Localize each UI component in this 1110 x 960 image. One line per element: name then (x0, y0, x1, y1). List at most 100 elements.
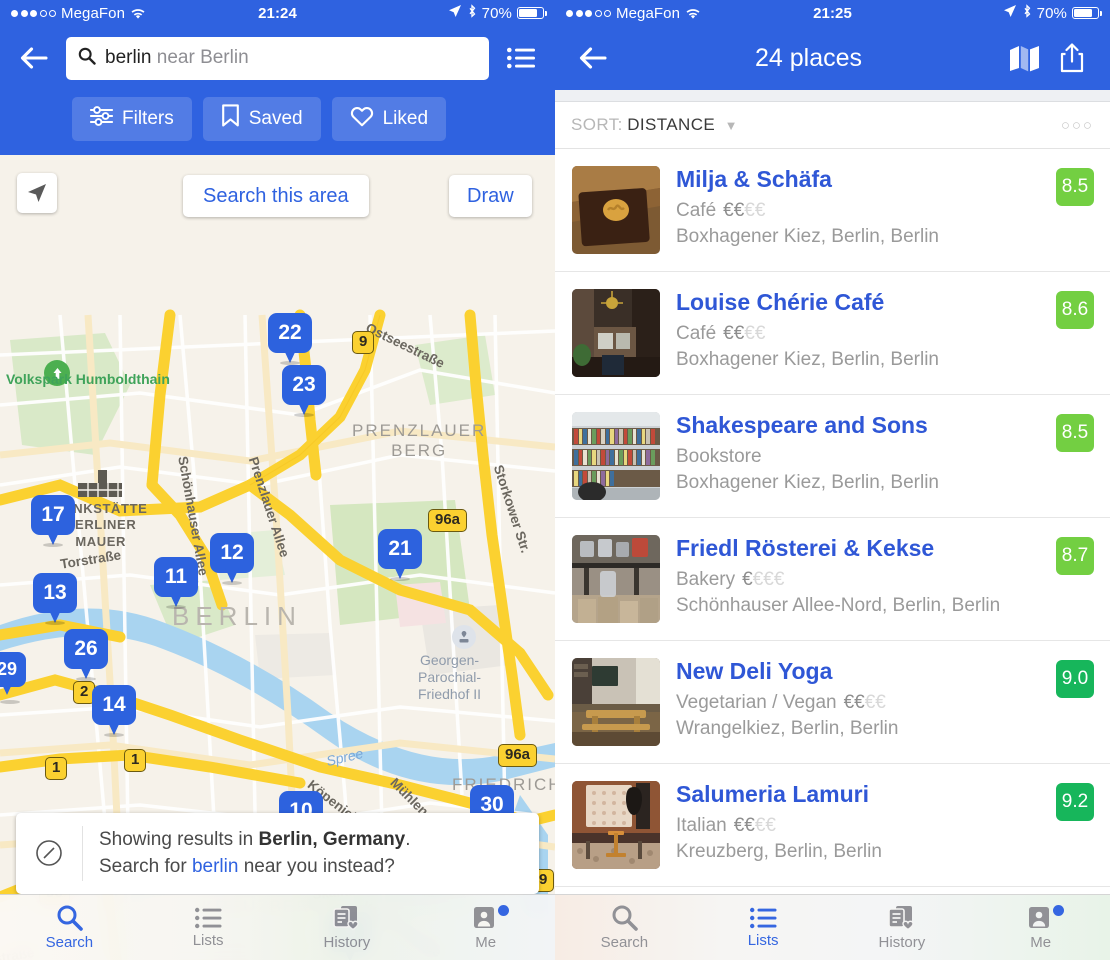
tab-lists[interactable]: Lists (139, 895, 278, 960)
tab-me[interactable]: Me (971, 895, 1110, 960)
map-pin-label: 14 (92, 685, 136, 725)
status-bar-left: MegaFon 21:24 70% (0, 0, 555, 26)
place-name: Milja & Schäfa (676, 166, 832, 192)
highway-shield: 1 (124, 749, 147, 772)
map-pin[interactable]: 21 (378, 529, 422, 581)
place-address: Kreuzberg, Berlin, Berlin (676, 841, 882, 863)
me-notification-badge (498, 905, 509, 916)
list-item[interactable]: Louise Chérie Café Café €€€€ Boxhagener K… (555, 272, 1110, 395)
tab-me-label: Me (475, 933, 497, 951)
tab-search[interactable]: Search (0, 895, 139, 960)
places-list: Milja & Schäfa Café €€€€ Boxhagener Kiez,… (555, 149, 1110, 887)
map-pin[interactable]: 17 (31, 495, 75, 547)
bluetooth-icon (1022, 3, 1032, 23)
battery-icon (517, 7, 547, 19)
battery-icon (1072, 7, 1102, 19)
map-label-prenzlauer-berg: PRENZLAUER BERG (352, 421, 487, 460)
map-pin[interactable]: 29 (0, 652, 26, 704)
place-rating-badge: 8.6 (1056, 291, 1094, 329)
back-arrow-icon[interactable] (569, 36, 617, 80)
locate-me-button[interactable] (17, 173, 57, 213)
list-icon (749, 907, 777, 928)
signal-strength-icon (566, 9, 611, 17)
search-bar: berlin near Berlin (0, 26, 555, 90)
tab-history[interactable]: History (278, 895, 417, 960)
liked-chip[interactable]: Liked (331, 96, 447, 141)
map-pin-label: 21 (378, 529, 422, 569)
list-item[interactable]: Salumeria Lamuri Italian €€€€ Kreuzberg, … (555, 764, 1110, 887)
tab-lists-label: Lists (192, 931, 224, 949)
search-this-area-button[interactable]: Search this area (183, 175, 369, 217)
map-pin-label: 13 (33, 573, 77, 613)
status-clock: 21:25 (813, 4, 852, 22)
profile-icon (1028, 906, 1049, 928)
history-icon (888, 905, 915, 930)
saved-chip[interactable]: Saved (202, 96, 321, 141)
saved-chip-label: Saved (248, 107, 303, 129)
map-pin[interactable]: 26 (64, 629, 108, 681)
list-item[interactable]: Friedl Rösterei & Kekse Bakery €€€€ Schön… (555, 518, 1110, 641)
list-item[interactable]: Shakespeare and Sons Bookstore Boxhagene… (555, 395, 1110, 518)
list-item[interactable]: Milja & Schäfa Café €€€€ Boxhagener Kiez,… (555, 149, 1110, 272)
tab-search[interactable]: Search (555, 895, 694, 960)
place-name: Shakespeare and Sons (676, 412, 928, 438)
place-category-row: Bookstore (676, 444, 1040, 470)
map-label-park: Volkspark Humboldthain (6, 371, 170, 387)
map-pin[interactable]: 11 (154, 557, 198, 609)
map-pin[interactable]: 23 (282, 365, 326, 417)
place-thumbnail (572, 166, 660, 254)
price-level: €€€€ (843, 691, 886, 713)
share-icon[interactable] (1048, 36, 1096, 80)
map-pin[interactable]: 13 (33, 573, 77, 625)
back-arrow-icon[interactable] (12, 38, 56, 78)
map-view[interactable]: Volkspark Humboldthain DENKSTÄTTE BERLINE… (0, 155, 555, 960)
place-thumbnail (572, 781, 660, 869)
sort-row[interactable]: SORT: DISTANCE ▼ ○○○ (555, 102, 1110, 149)
bookmark-icon (221, 104, 240, 133)
search-icon (57, 905, 83, 931)
map-pin[interactable]: 22 (268, 313, 312, 365)
search-icon (612, 905, 638, 931)
tab-search-label: Search (600, 934, 649, 951)
results-location-banner[interactable]: Showing results in Berlin, Germany. Sear… (16, 812, 539, 894)
tab-history[interactable]: History (833, 895, 972, 960)
map-label-cemetery: Georgen- Parochial- Friedhof II (418, 652, 482, 702)
banner-line-1: Showing results in Berlin, Germany. (99, 828, 411, 850)
list-icon (194, 907, 222, 928)
right-phone-screen: MegaFon 21:25 70% 24 places SORT: DISTAN… (555, 0, 1110, 960)
banner-search-near-you-link[interactable]: berlin (192, 856, 238, 877)
map-pin-label: 22 (268, 313, 312, 353)
tab-me[interactable]: Me (416, 895, 555, 960)
filters-chip[interactable]: Filters (72, 96, 192, 141)
search-this-area-label: Search this area (203, 184, 349, 207)
map-icon[interactable] (1000, 36, 1048, 80)
locate-me-icon (28, 184, 46, 202)
sort-prefix-label: SORT: (571, 115, 623, 134)
place-rating-badge: 8.5 (1056, 414, 1094, 452)
filters-sliders-icon (89, 105, 114, 132)
bluetooth-icon (467, 3, 477, 23)
place-address: Boxhagener Kiez, Berlin, Berlin (676, 472, 939, 494)
place-category: Vegetarian / Vegan (676, 691, 837, 713)
more-options-icon[interactable]: ○○○ (1061, 117, 1094, 134)
place-thumbnail (572, 289, 660, 377)
signal-strength-icon (11, 9, 56, 17)
profile-icon (473, 906, 494, 928)
place-address: Boxhagener Kiez, Berlin, Berlin (676, 226, 939, 248)
history-icon (333, 905, 360, 930)
place-address: Wrangelkiez, Berlin, Berlin (676, 718, 899, 740)
place-address: Schönhauser Allee-Nord, Berlin, Berlin (676, 595, 1001, 617)
map-pin[interactable]: 12 (210, 533, 254, 585)
search-input[interactable]: berlin near Berlin (66, 36, 489, 80)
place-category: Italian (676, 814, 727, 836)
draw-button[interactable]: Draw (449, 175, 532, 217)
draw-label: Draw (467, 184, 514, 207)
search-query-text: berlin (105, 47, 152, 68)
tab-history-label: History (323, 933, 371, 951)
price-level: €€€€ (723, 199, 766, 221)
map-pin[interactable]: 14 (92, 685, 136, 737)
list-view-icon[interactable] (499, 38, 543, 78)
tab-lists[interactable]: Lists (694, 895, 833, 960)
list-item[interactable]: New Deli Yoga Vegetarian / Vegan €€€€ Wra… (555, 641, 1110, 764)
place-category-row: Café €€€€ (676, 321, 1040, 347)
